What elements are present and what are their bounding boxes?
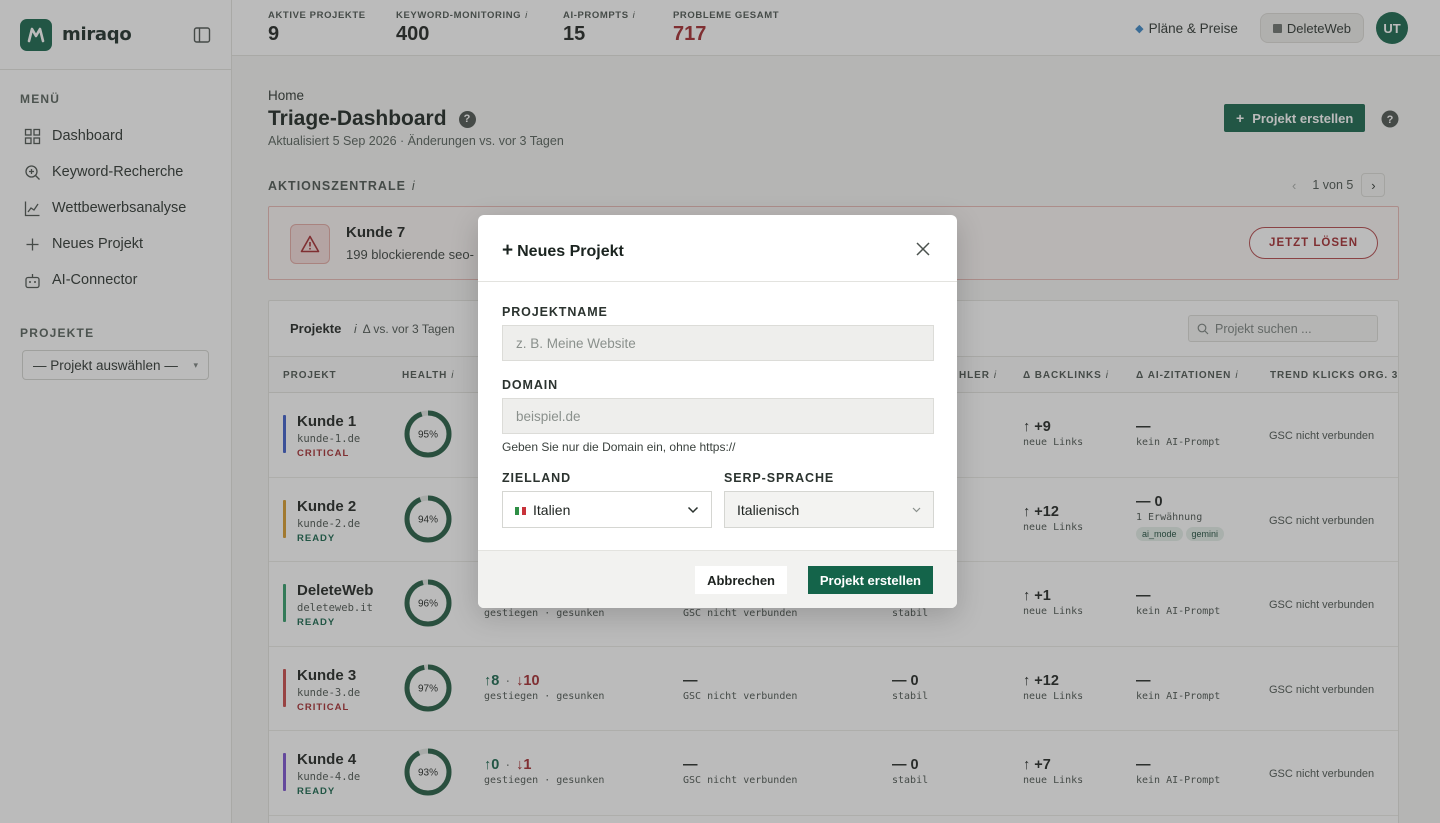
close-icon[interactable] bbox=[915, 241, 931, 257]
target-country-select[interactable]: Italien bbox=[502, 491, 712, 528]
chevron-down-icon bbox=[912, 507, 921, 512]
modal-title: + Neues Projekt bbox=[502, 240, 624, 261]
target-country-value: Italien bbox=[515, 502, 570, 518]
modal-footer: Abbrechen Projekt erstellen bbox=[478, 550, 957, 608]
project-name-input[interactable] bbox=[502, 325, 934, 361]
target-country-label: ZIELLAND bbox=[502, 471, 571, 485]
chevron-down-icon bbox=[687, 506, 699, 513]
serp-language-label: SERP-SPRACHE bbox=[724, 471, 835, 485]
project-name-label: PROJEKTNAME bbox=[502, 305, 608, 319]
domain-help-text: Geben Sie nur die Domain ein, ohne https… bbox=[502, 440, 736, 454]
modal-header: + Neues Projekt bbox=[478, 215, 957, 282]
submit-create-project-button[interactable]: Projekt erstellen bbox=[807, 566, 933, 594]
italy-flag-icon bbox=[515, 506, 527, 515]
plus-icon: + bbox=[502, 240, 514, 261]
cancel-button[interactable]: Abbrechen bbox=[695, 566, 787, 594]
serp-language-value: Italienisch bbox=[737, 501, 800, 518]
new-project-modal: +Neues Projekt PROJEKTNAME DOMAIN Geben … bbox=[478, 215, 957, 608]
serp-language-select[interactable]: Italienisch bbox=[724, 491, 934, 528]
domain-input[interactable] bbox=[502, 398, 934, 434]
domain-label: DOMAIN bbox=[502, 378, 559, 392]
